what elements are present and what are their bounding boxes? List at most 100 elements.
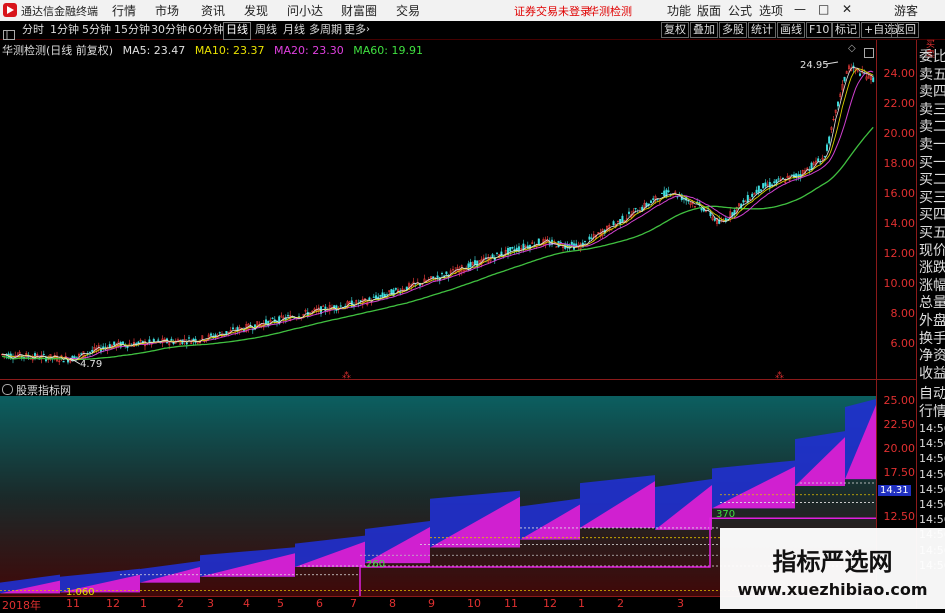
statistics-button[interactable]: 统计 <box>748 22 776 38</box>
candlestick-chart[interactable]: 24.95 4.79 ⁂ ⁂ <box>0 40 876 379</box>
indicator-label: 1.060 <box>66 587 95 596</box>
quote-field-label: 卖一 <box>919 137 945 153</box>
quote-field-label: 卖五 <box>919 66 945 83</box>
app-logo-icon <box>3 3 17 17</box>
y-tick: 12.00 <box>883 247 916 260</box>
y-tick: 17.50 <box>883 466 916 479</box>
f10-button[interactable]: F10 <box>806 22 833 38</box>
y-tick: 6.00 <box>890 337 916 350</box>
quote-field-label: 买二 <box>919 172 945 189</box>
indicator-label: 260 <box>366 559 385 570</box>
pane-divider[interactable] <box>0 379 916 380</box>
y-tick: 16.00 <box>883 187 916 200</box>
tab-weekly[interactable]: 周线 <box>253 22 279 38</box>
maximize-button[interactable]: □ <box>818 2 829 16</box>
adjust-button[interactable]: 复权 <box>661 22 689 38</box>
y-tick: 8.00 <box>890 307 916 320</box>
tick-time: 14:56 <box>919 498 945 511</box>
minimize-button[interactable]: — <box>794 2 806 16</box>
back-button[interactable]: 返回 <box>891 22 919 38</box>
menu-layout[interactable]: 版面 <box>697 2 721 19</box>
tab-15min[interactable]: 15分钟 <box>112 22 152 38</box>
ma20-line <box>1 70 874 360</box>
y-tick: 25.00 <box>883 394 916 407</box>
tick-time: 14:56 <box>919 452 945 466</box>
date-tick: 12 <box>543 597 557 610</box>
menu-formula[interactable]: 公式 <box>728 2 752 19</box>
quote-field-label: 卖二 <box>919 119 945 136</box>
mark-button[interactable]: 标记 <box>832 22 860 38</box>
menu-options[interactable]: 选项 <box>759 2 783 19</box>
quote-field-label: 涨幅 <box>919 277 945 294</box>
draw-line-button[interactable]: 画线 <box>777 22 805 38</box>
quote-field-label: 买四 <box>919 207 945 224</box>
menu-news[interactable]: 资讯 <box>201 2 225 19</box>
tick-time: 14:56 <box>919 513 945 527</box>
stock-name-link[interactable]: 华测检测 <box>588 3 632 19</box>
tab-5min[interactable]: 5分钟 <box>80 22 113 38</box>
watermark-box: 指标严选网 www.xuezhibiao.com <box>720 528 945 609</box>
tab-1min[interactable]: 1分钟 <box>48 22 81 38</box>
date-tick: 2 <box>617 597 624 610</box>
tab-daily[interactable]: 日线 <box>223 22 251 40</box>
date-tick: 2018年 <box>2 599 41 612</box>
quote-field-label: 委比 <box>919 49 945 65</box>
quote-field-label: 收益 <box>919 365 945 382</box>
tab-timeshare[interactable]: 分时 <box>20 22 46 38</box>
menu-market[interactable]: 市场 <box>155 2 179 19</box>
menu-wealth-circle[interactable]: 财富圈 <box>341 2 377 19</box>
quote-field-label: 净资 <box>919 348 945 365</box>
price-axis: 24.00 22.00 20.00 18.00 16.00 14.00 12.0… <box>876 40 917 379</box>
auto-quote-label[interactable]: 行情 <box>919 403 945 421</box>
collapse-icon[interactable] <box>3 25 15 40</box>
y-tick: 12.50 <box>883 510 916 523</box>
title-bar: 通达信金融终端 行情 市场 资讯 发现 问小达 财富圈 交易 证券交易未登录 华… <box>0 0 945 22</box>
quote-field-label: 买三 <box>919 189 945 206</box>
date-tick: 7 <box>350 597 357 610</box>
date-tick: 3 <box>207 597 214 610</box>
menu-discover[interactable]: 发现 <box>244 2 268 19</box>
current-value-badge: 14.31 <box>878 485 911 496</box>
quote-side-panel: 买 卖 委比 卖五 卖四 卖三 卖二 卖一 买一 买二 买三 买四 买五 现价 涨跌 涨幅 总量 外盘 换手 净资… <box>916 40 945 609</box>
date-tick: 6 <box>316 597 323 610</box>
date-tick: 5 <box>277 597 284 610</box>
quote-field-label: 卖四 <box>919 84 945 101</box>
tick-time: 14:56 <box>919 467 945 481</box>
tab-multi-period[interactable]: 多周期 <box>307 22 344 38</box>
overlay-button[interactable]: 叠加 <box>690 22 718 38</box>
menu-function[interactable]: 功能 <box>667 2 691 19</box>
y-tick: 22.50 <box>883 418 916 431</box>
auto-quote-label[interactable]: 自动 <box>919 385 945 403</box>
trade-login-warning[interactable]: 证券交易未登录 <box>514 3 591 19</box>
date-tick: 8 <box>389 597 396 610</box>
guest-user-button[interactable]: 游客 <box>894 2 918 19</box>
menu-quotes[interactable]: 行情 <box>112 2 136 19</box>
y-tick: 10.00 <box>883 277 916 290</box>
indicator-settings-icon[interactable] <box>2 384 13 395</box>
multi-stock-button[interactable]: 多股 <box>719 22 747 38</box>
menu-trade[interactable]: 交易 <box>396 2 420 19</box>
chevron-right-icon[interactable]: › <box>366 24 370 35</box>
menu-ask[interactable]: 问小达 <box>287 2 323 19</box>
date-tick: 12 <box>106 597 120 610</box>
quote-field-label: 外盘 <box>919 313 945 329</box>
period-toolbar: 分时 1分钟 5分钟 15分钟 30分钟 60分钟 日线 周线 月线 多周期 更… <box>0 21 945 40</box>
quote-field-label: 卖三 <box>919 101 945 118</box>
date-tick: 9 <box>428 597 435 610</box>
y-tick: 20.00 <box>883 442 916 455</box>
tab-60min[interactable]: 60分钟 <box>186 22 226 38</box>
date-tick: 1 <box>578 597 585 610</box>
close-button[interactable]: ✕ <box>842 2 852 16</box>
indicator-label: 370 <box>716 509 735 520</box>
watermark-url: www.xuezhibiao.com <box>737 580 928 599</box>
date-tick: 10 <box>467 597 481 610</box>
app-title: 通达信金融终端 <box>21 5 98 18</box>
tab-30min[interactable]: 30分钟 <box>149 22 189 38</box>
tab-monthly[interactable]: 月线 <box>281 22 307 38</box>
quote-field-label: 换手 <box>919 330 945 347</box>
tab-more[interactable]: 更多 <box>342 22 368 38</box>
date-tick: 11 <box>504 597 518 610</box>
y-tick: 14.00 <box>883 217 916 230</box>
date-tick: 2 <box>177 597 184 610</box>
quote-field-label: 总量 <box>919 295 945 312</box>
